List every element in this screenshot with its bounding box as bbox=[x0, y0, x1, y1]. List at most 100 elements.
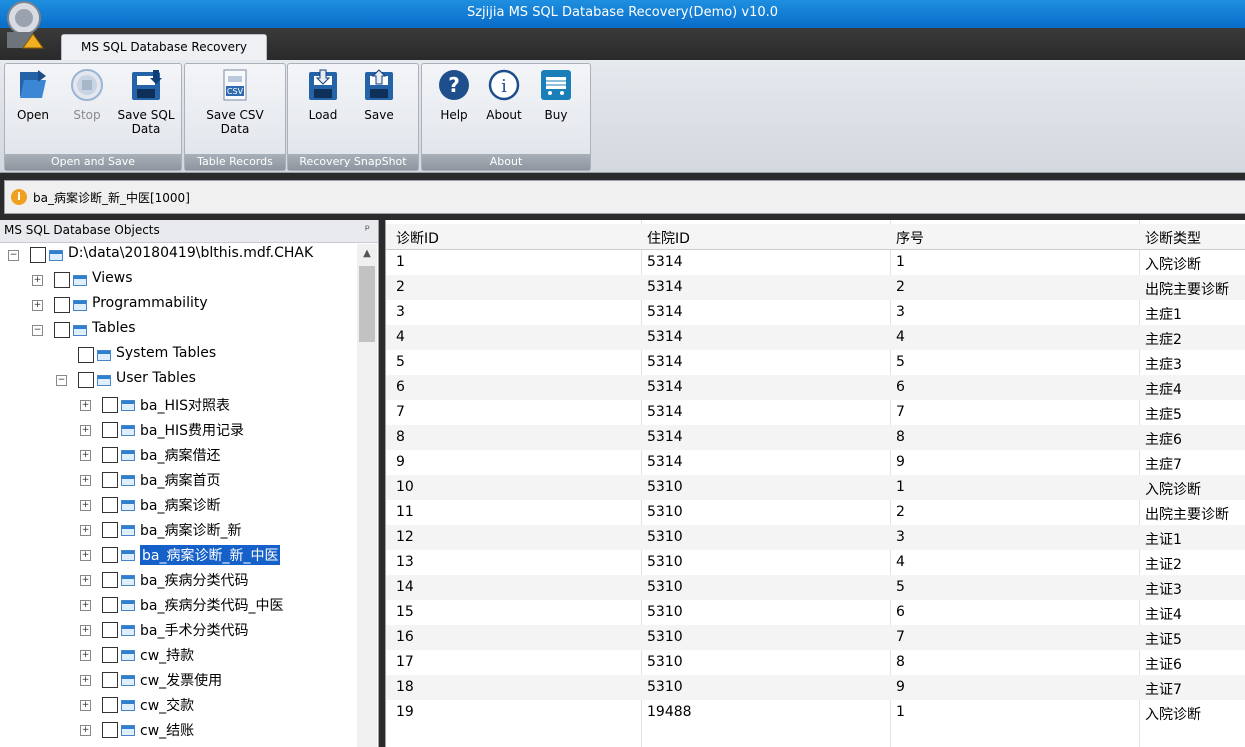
table-cell[interactable]: 5314 bbox=[647, 354, 683, 370]
table-cell[interactable]: 5310 bbox=[647, 629, 683, 645]
table-cell[interactable]: 7 bbox=[896, 629, 905, 645]
tab-ms-sql-recovery[interactable]: MS SQL Database Recovery bbox=[61, 34, 267, 61]
table-cell[interactable]: 5 bbox=[896, 579, 905, 595]
tree-node[interactable]: + ba_手术分类代码 bbox=[0, 619, 356, 643]
scroll-thumb[interactable] bbox=[359, 266, 375, 342]
table-cell[interactable]: 6 bbox=[896, 379, 905, 395]
node-checkbox[interactable] bbox=[102, 647, 118, 663]
tree-node[interactable]: + Programmability bbox=[0, 294, 356, 318]
app-logo-icon[interactable] bbox=[3, 0, 45, 50]
tree-node[interactable]: + ba_疾病分类代码_中医 bbox=[0, 594, 356, 618]
tree-node-label[interactable]: ba_病案诊断 bbox=[140, 495, 220, 515]
open-button[interactable]: Open bbox=[13, 68, 53, 122]
table-row[interactable]: 5 5314 5 主症3 bbox=[386, 350, 1245, 375]
table-cell[interactable]: 1 bbox=[896, 254, 905, 270]
tree-node-label[interactable]: ba_疾病分类代码 bbox=[140, 570, 248, 590]
table-cell[interactable]: 2 bbox=[396, 279, 405, 295]
node-checkbox[interactable] bbox=[102, 472, 118, 488]
table-row[interactable]: 14 5310 5 主证3 bbox=[386, 575, 1245, 600]
table-cell[interactable]: 主证3 bbox=[1145, 579, 1182, 599]
table-cell[interactable]: 主证7 bbox=[1145, 679, 1182, 699]
table-cell[interactable]: 5 bbox=[396, 354, 405, 370]
collapse-icon[interactable]: − bbox=[32, 325, 43, 336]
table-cell[interactable]: 主证1 bbox=[1145, 529, 1182, 549]
tree-node[interactable]: + ba_病案诊断_新_中医 bbox=[0, 544, 356, 568]
table-cell[interactable]: 5310 bbox=[647, 654, 683, 670]
help-button[interactable]: ? Help bbox=[432, 68, 476, 122]
table-row[interactable]: 15 5310 6 主证4 bbox=[386, 600, 1245, 625]
node-checkbox[interactable] bbox=[102, 597, 118, 613]
table-cell[interactable]: 5310 bbox=[647, 479, 683, 495]
expand-icon[interactable]: + bbox=[80, 700, 91, 711]
node-checkbox[interactable] bbox=[102, 497, 118, 513]
table-cell[interactable]: 6 bbox=[396, 379, 405, 395]
tree-node-label[interactable]: ba_病案首页 bbox=[140, 470, 220, 490]
table-cell[interactable]: 主症4 bbox=[1145, 379, 1182, 399]
tree-node[interactable]: + cw_结账 bbox=[0, 719, 356, 743]
buy-button[interactable]: Buy bbox=[534, 68, 578, 122]
about-button[interactable]: i About bbox=[482, 68, 526, 122]
scroll-up-arrow-icon[interactable]: ▲ bbox=[357, 248, 377, 259]
tree-node[interactable]: − User Tables bbox=[0, 369, 356, 393]
table-cell[interactable]: 主证5 bbox=[1145, 629, 1182, 649]
node-checkbox[interactable] bbox=[78, 347, 94, 363]
table-cell[interactable]: 2 bbox=[896, 279, 905, 295]
tree-scrollbar[interactable]: ▲ bbox=[357, 244, 377, 747]
stop-button[interactable]: Stop bbox=[67, 68, 107, 122]
node-checkbox[interactable] bbox=[30, 247, 46, 263]
expand-icon[interactable]: + bbox=[32, 275, 43, 286]
tree-node[interactable]: + ba_病案诊断_新 bbox=[0, 519, 356, 543]
expand-icon[interactable]: + bbox=[80, 650, 91, 661]
tree-node-label[interactable]: System Tables bbox=[116, 345, 216, 361]
table-cell[interactable]: 5310 bbox=[647, 554, 683, 570]
table-cell[interactable]: 主症6 bbox=[1145, 429, 1182, 449]
expand-icon[interactable]: + bbox=[80, 500, 91, 511]
column-header[interactable]: 诊断类型 bbox=[1145, 228, 1201, 248]
table-cell[interactable]: 5310 bbox=[647, 604, 683, 620]
node-checkbox[interactable] bbox=[78, 372, 94, 388]
table-cell[interactable]: 出院主要诊断 bbox=[1145, 504, 1229, 524]
table-cell[interactable]: 主症3 bbox=[1145, 354, 1182, 374]
tree-node[interactable]: + ba_HIS对照表 bbox=[0, 394, 356, 418]
tree-node-label[interactable]: cw_发票使用 bbox=[140, 670, 222, 690]
node-checkbox[interactable] bbox=[102, 722, 118, 738]
collapse-icon[interactable]: − bbox=[8, 250, 19, 261]
table-cell[interactable]: 2 bbox=[896, 504, 905, 520]
expand-icon[interactable]: + bbox=[32, 300, 43, 311]
table-cell[interactable]: 3 bbox=[896, 529, 905, 545]
table-cell[interactable]: 主证4 bbox=[1145, 604, 1182, 624]
tree-node-label[interactable]: ba_病案借还 bbox=[140, 445, 220, 465]
expand-icon[interactable]: + bbox=[80, 525, 91, 536]
table-cell[interactable]: 入院诊断 bbox=[1145, 479, 1201, 499]
table-cell[interactable]: 19 bbox=[396, 704, 414, 720]
table-row[interactable]: 3 5314 3 主症1 bbox=[386, 300, 1245, 325]
node-checkbox[interactable] bbox=[102, 422, 118, 438]
table-cell[interactable]: 5314 bbox=[647, 329, 683, 345]
tree-node-label[interactable]: cw_结账 bbox=[140, 720, 194, 740]
table-cell[interactable]: 出院主要诊断 bbox=[1145, 279, 1229, 299]
tree-node-label[interactable]: User Tables bbox=[116, 370, 196, 386]
table-row[interactable]: 13 5310 4 主证2 bbox=[386, 550, 1245, 575]
tree-node-label[interactable]: cw_持款 bbox=[140, 645, 194, 665]
table-cell[interactable]: 入院诊断 bbox=[1145, 254, 1201, 274]
table-row[interactable]: 2 5314 2 出院主要诊断 bbox=[386, 275, 1245, 300]
table-cell[interactable]: 18 bbox=[396, 679, 414, 695]
table-cell[interactable]: 13 bbox=[396, 554, 414, 570]
table-cell[interactable]: 1 bbox=[896, 704, 905, 720]
node-checkbox[interactable] bbox=[102, 397, 118, 413]
table-cell[interactable]: 8 bbox=[896, 429, 905, 445]
tree-node[interactable]: + cw_持款 bbox=[0, 644, 356, 668]
tree-node-label[interactable]: ba_手术分类代码 bbox=[140, 620, 248, 640]
table-cell[interactable]: 主症1 bbox=[1145, 304, 1182, 324]
table-row[interactable]: 18 5310 9 主证7 bbox=[386, 675, 1245, 700]
tree-node[interactable]: − Tables bbox=[0, 319, 356, 343]
node-checkbox[interactable] bbox=[54, 322, 70, 338]
tree-node[interactable]: + ba_HIS费用记录 bbox=[0, 419, 356, 443]
table-cell[interactable]: 9 bbox=[396, 454, 405, 470]
expand-icon[interactable]: + bbox=[80, 600, 91, 611]
table-cell[interactable]: 7 bbox=[896, 404, 905, 420]
table-cell[interactable]: 12 bbox=[396, 529, 414, 545]
table-cell[interactable]: 11 bbox=[396, 504, 414, 520]
table-cell[interactable]: 17 bbox=[396, 654, 414, 670]
tree-node-label[interactable]: ba_HIS费用记录 bbox=[140, 420, 244, 440]
